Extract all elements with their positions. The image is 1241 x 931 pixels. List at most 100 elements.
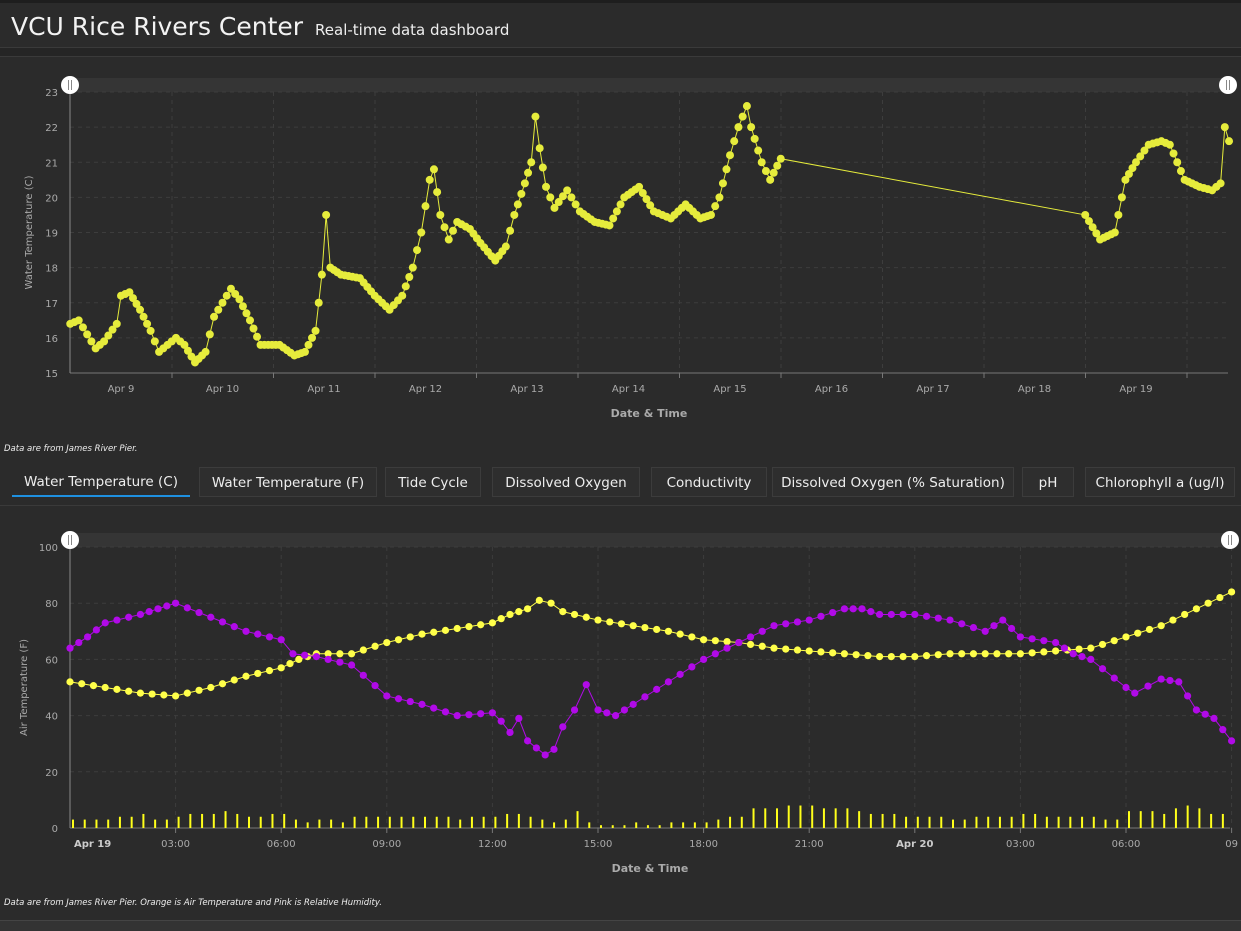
humidity-point	[394, 695, 403, 703]
air-point	[1122, 633, 1130, 641]
humidity-point	[75, 638, 83, 647]
humidity-point	[66, 644, 74, 652]
humidity-point	[477, 710, 485, 718]
humidity-point	[183, 604, 191, 612]
tab-ph[interactable]: pH	[1022, 467, 1074, 497]
tab-chlorophyll-a-ug-l[interactable]: Chlorophyll a (ug/l)	[1085, 467, 1235, 497]
bar-mark	[693, 822, 696, 828]
humidity-point	[582, 681, 590, 689]
humidity-point	[934, 614, 942, 622]
data-point	[245, 316, 254, 325]
zoom-handle-right[interactable]	[1219, 76, 1237, 94]
humidity-point	[254, 630, 262, 638]
air-point	[1169, 616, 1177, 624]
air-point	[653, 625, 661, 634]
bar-mark	[72, 819, 74, 828]
data-point	[205, 330, 214, 339]
data-point	[747, 123, 756, 132]
zoom-handle-left[interactable]	[61, 76, 79, 94]
air-point	[547, 599, 555, 607]
y-tick-label: 23	[45, 88, 58, 99]
air-point	[664, 627, 673, 635]
x-tick-label: Apr 13	[510, 384, 543, 395]
tab-water-temperature-f[interactable]: Water Temperature (F)	[199, 467, 377, 497]
humidity-point	[981, 627, 989, 635]
bar-mark	[517, 813, 520, 828]
air-point	[688, 633, 696, 641]
air-point	[183, 689, 191, 697]
humidity-point	[348, 661, 356, 669]
y-tick-label: 20	[45, 193, 58, 204]
air-point	[195, 686, 203, 694]
bar-mark	[799, 805, 802, 828]
x-tick-label: Apr 18	[1018, 384, 1051, 395]
bar-mark	[1174, 808, 1177, 828]
bar-mark	[776, 808, 778, 828]
bar-mark	[482, 816, 485, 828]
air-point	[1204, 599, 1212, 607]
bar-mark	[212, 813, 215, 828]
tab-dissolved-oxygen[interactable]: Dissolved Oxygen	[492, 467, 640, 497]
data-point	[300, 347, 309, 356]
humidity-point	[289, 650, 297, 658]
bar-mark	[1116, 819, 1119, 828]
air-point	[993, 650, 1001, 658]
humidity-point	[1078, 652, 1086, 661]
bar-mark	[435, 816, 438, 828]
bar-mark	[811, 805, 814, 828]
data-point	[769, 168, 778, 177]
data-point	[150, 337, 159, 346]
zoom-slider-track	[70, 78, 1228, 92]
bar-mark	[236, 813, 239, 828]
bar-mark	[869, 813, 872, 828]
air-point	[617, 620, 626, 628]
x-axis-title: Date & Time	[612, 862, 689, 875]
data-point	[444, 235, 453, 244]
bar-mark	[764, 808, 767, 828]
air-point	[348, 650, 356, 658]
humidity-point	[163, 602, 171, 610]
humidity-point	[1210, 714, 1218, 723]
x-tick-label: Apr 20	[896, 839, 933, 850]
air-point	[535, 596, 543, 604]
air-point	[1110, 637, 1118, 645]
x-tick-label: Apr 15	[713, 384, 746, 395]
air-point	[286, 660, 294, 668]
humidity-point	[1219, 726, 1227, 734]
air-point	[840, 650, 849, 658]
tab-conductivity[interactable]: Conductivity	[651, 467, 767, 497]
bar-mark	[717, 819, 720, 828]
data-point	[83, 330, 92, 339]
air-temperature-chart: 0 20 40 60 80 100 Date & Time Air Temperature (…	[19, 531, 1239, 875]
humidity-point	[899, 610, 907, 619]
data-point	[448, 226, 457, 235]
bar-mark	[1128, 811, 1130, 828]
air-point	[793, 646, 802, 654]
bar-mark	[752, 808, 755, 828]
data-point	[754, 146, 763, 155]
zoom-handle-right[interactable]	[1221, 531, 1239, 549]
air-point	[242, 672, 250, 680]
tab-dissolved-oxygen-saturation[interactable]: Dissolved Oxygen (% Saturation)	[772, 467, 1014, 497]
air-point	[148, 690, 156, 698]
data-point	[520, 179, 529, 188]
data-point	[317, 270, 326, 279]
bar-mark	[658, 825, 661, 828]
app-title: VCU Rice Rivers Center	[11, 12, 304, 41]
tab-tide-cycle[interactable]: Tide Cycle	[385, 467, 481, 497]
air-point	[113, 685, 121, 693]
data-point	[433, 188, 442, 197]
x-tick-label: 03:00	[161, 839, 190, 850]
bar-mark	[564, 819, 567, 828]
air-point	[922, 652, 931, 660]
bar-mark	[424, 816, 426, 828]
air-point	[1005, 650, 1013, 658]
data-point	[750, 134, 759, 143]
humidity-point	[688, 663, 696, 671]
water-temperature-line	[70, 104, 1230, 364]
tab-water-temperature-c[interactable]: Water Temperature (C)	[12, 467, 190, 497]
zoom-handle-left[interactable]	[61, 531, 79, 549]
humidity-point	[497, 717, 505, 725]
humidity-point	[1166, 676, 1174, 685]
humidity-point	[570, 706, 579, 714]
